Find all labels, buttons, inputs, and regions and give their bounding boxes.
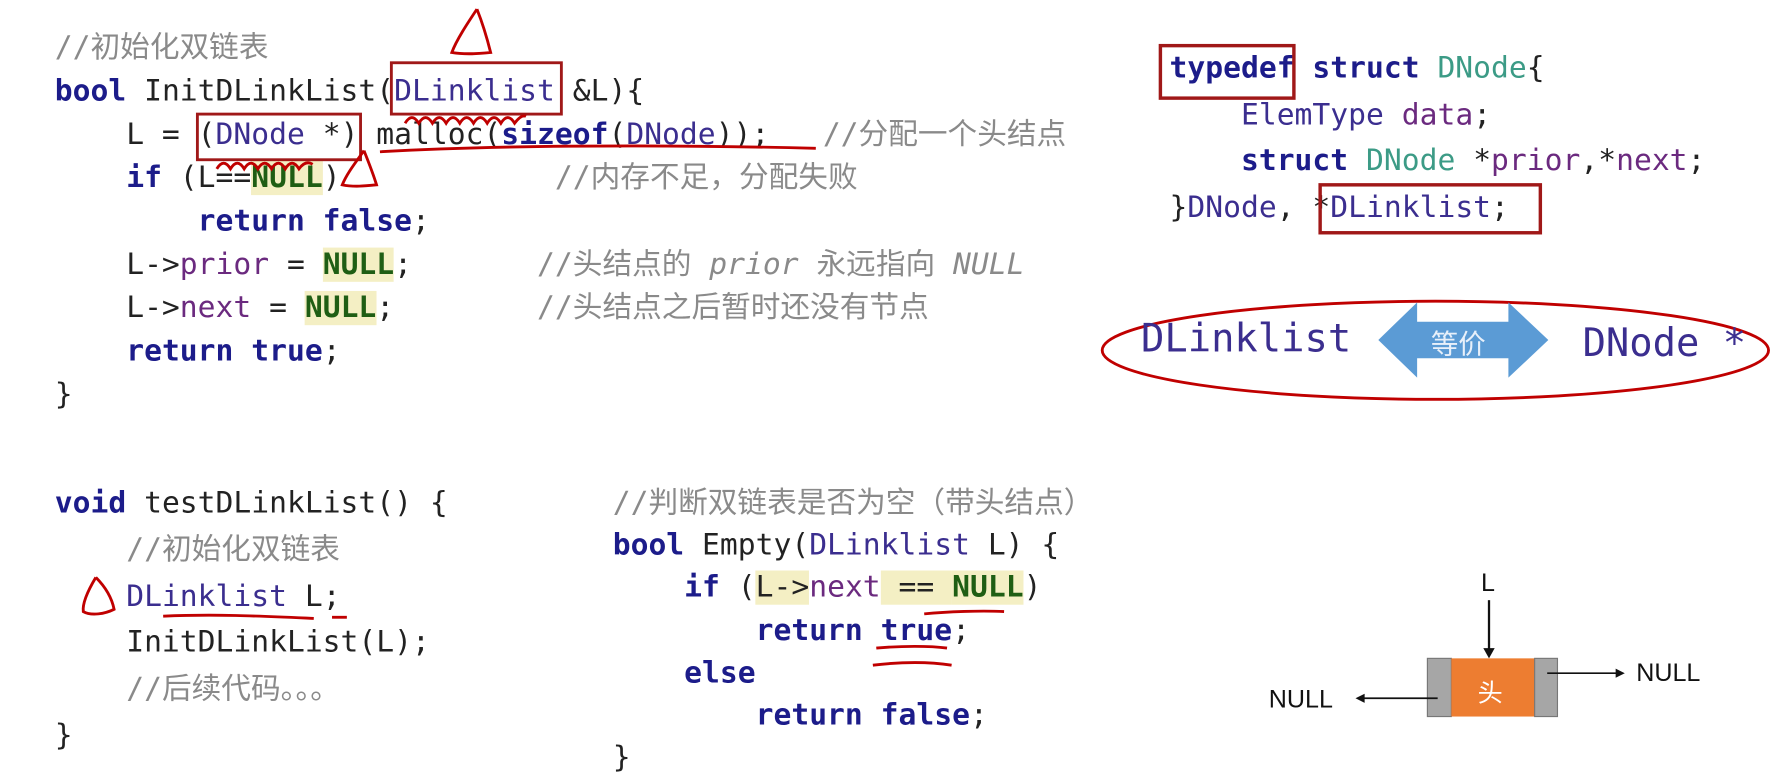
prior-null-label: NULL bbox=[1268, 684, 1333, 714]
node-prior-cell bbox=[1426, 657, 1452, 718]
slide: //初始化双链表 bool InitDLinkList(DLinklist &L)… bbox=[0, 0, 1789, 778]
node-next-cell bbox=[1534, 657, 1559, 718]
next-null-label: NULL bbox=[1636, 658, 1701, 687]
equivalence-arrow-label: 等价 bbox=[1430, 329, 1486, 361]
equivalence-left: DLinklist bbox=[1141, 316, 1352, 362]
pointer-label: L bbox=[1481, 568, 1495, 597]
node-head-label: 头 bbox=[1477, 678, 1503, 708]
diagram-layer bbox=[81, 8, 1770, 718]
equivalence-right: DNode * bbox=[1582, 320, 1747, 367]
